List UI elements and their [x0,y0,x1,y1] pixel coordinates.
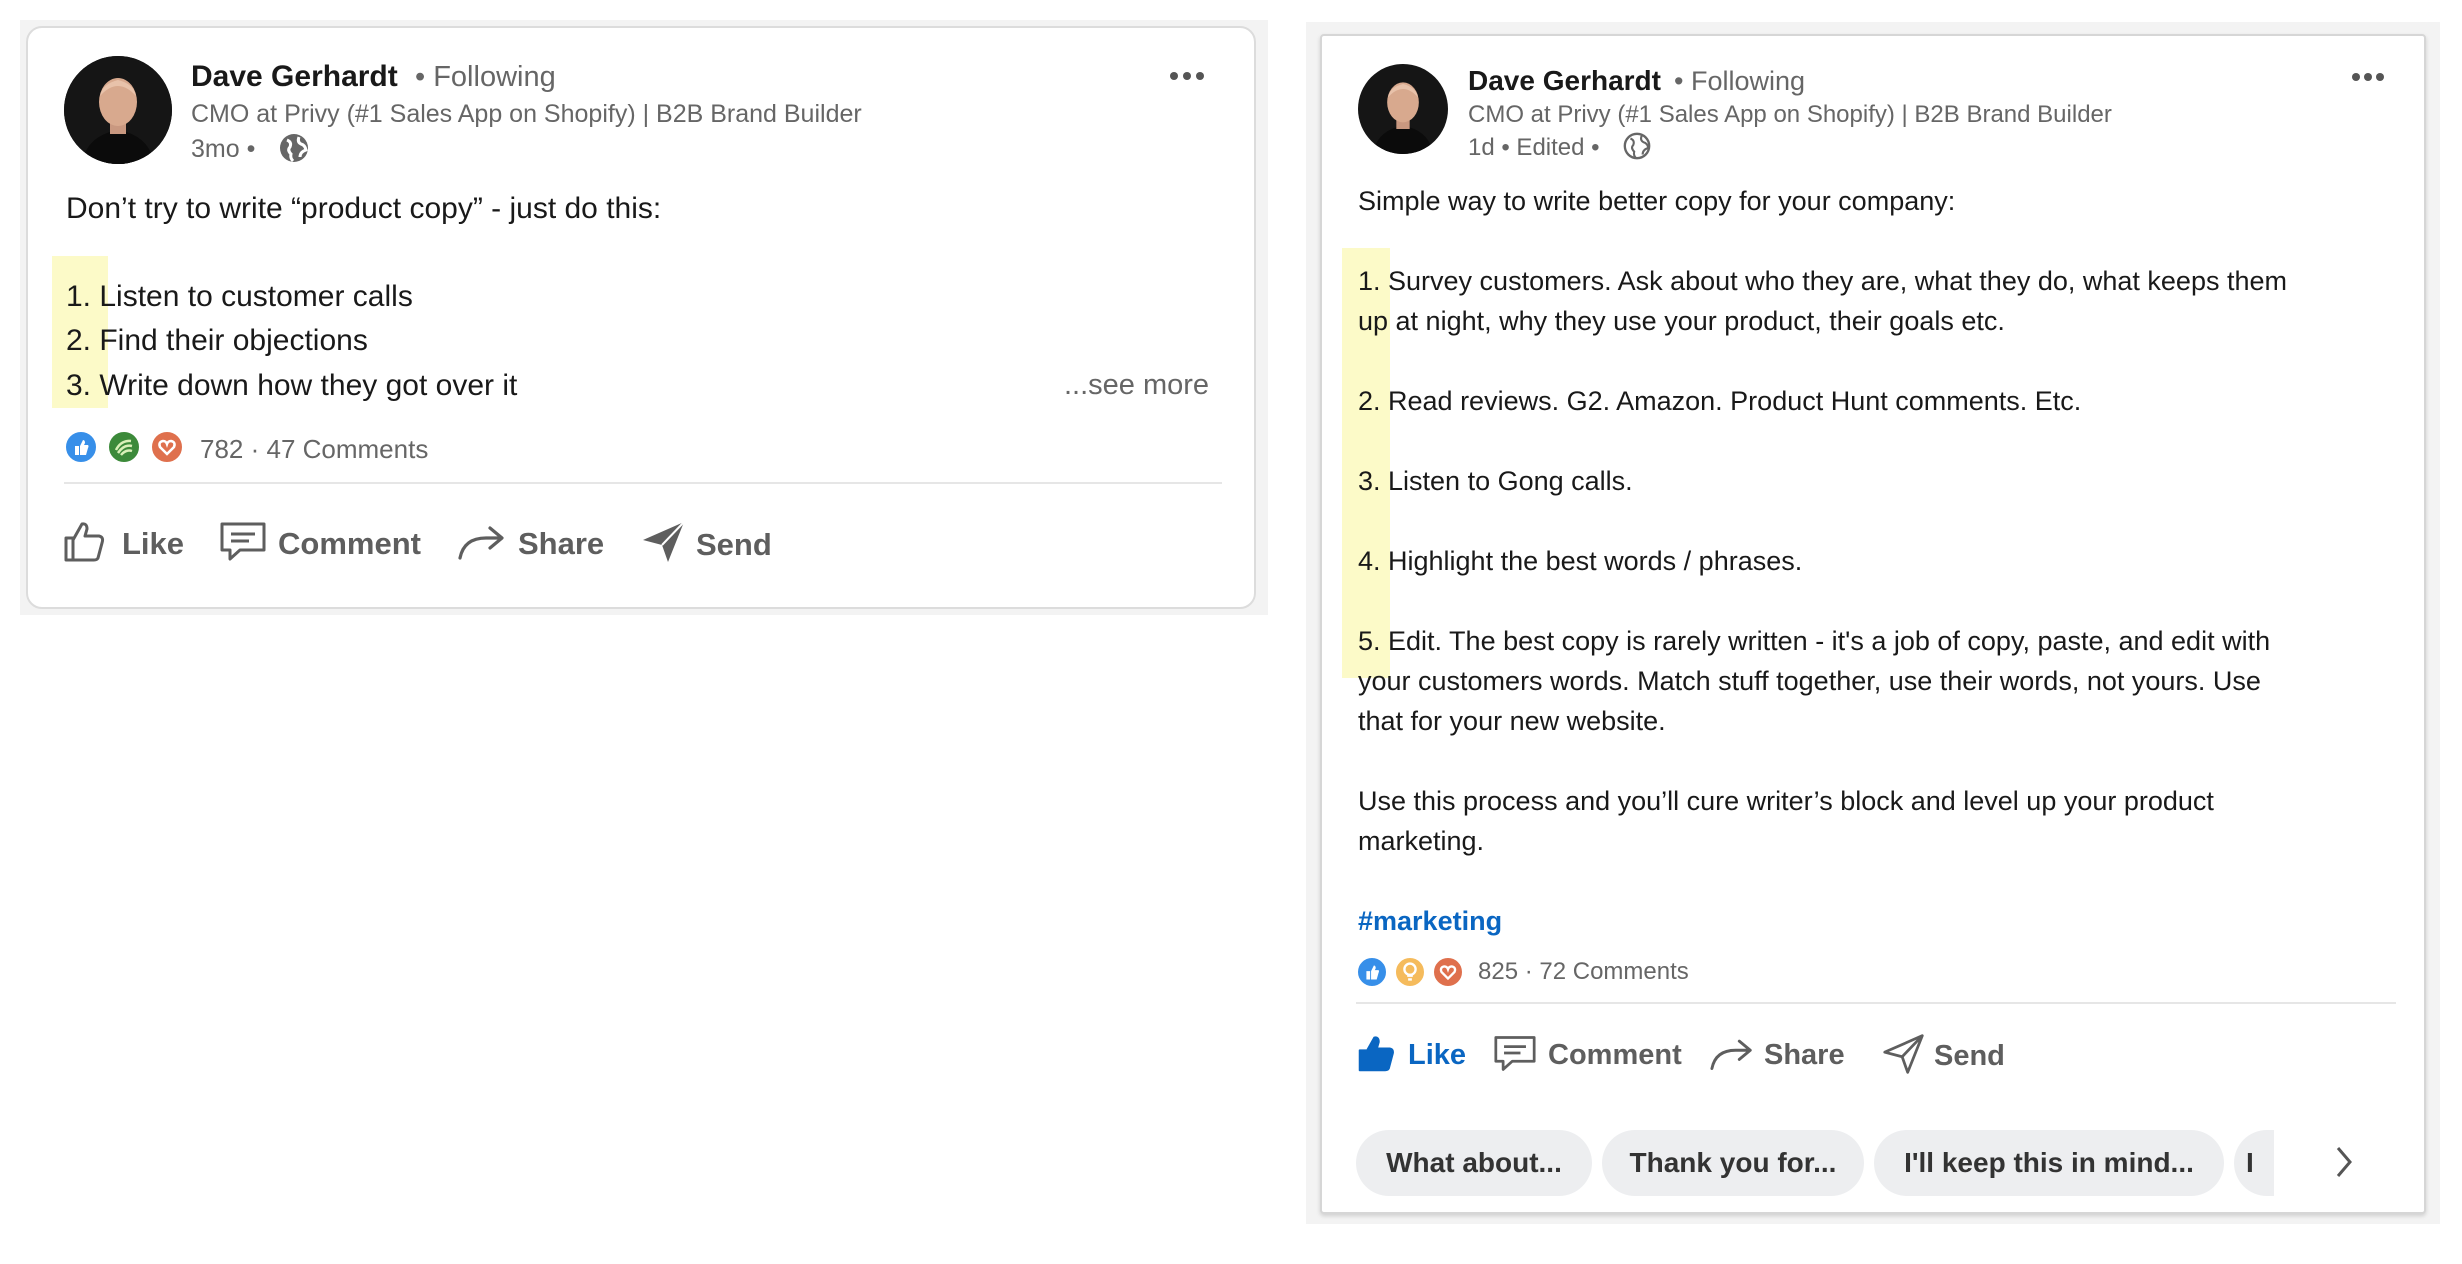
like-icon [1356,1032,1398,1079]
author-headline: CMO at Privy (#1 Sales App on Shopify) |… [1468,101,2112,128]
share-button[interactable]: Share [1708,1032,1845,1079]
comment-button[interactable]: Comment [1492,1032,1682,1079]
like-reaction-icon [1356,956,1388,988]
comment-icon [1492,1032,1538,1079]
suggestion-chip[interactable]: What about... [1356,1130,1592,1196]
author-avatar[interactable] [64,56,172,164]
list-item: 2. Find their objections [66,324,368,357]
like-icon [62,518,108,569]
share-label: Share [1764,1039,1845,1071]
list-item: 3. Write down how they got over it [66,369,518,402]
divider [64,482,1222,484]
hashtag-link[interactable]: #marketing [1358,906,1502,937]
send-label: Send [1934,1040,2005,1072]
post-text-line: up at night, why they use your product, … [1358,306,2005,336]
author-avatar[interactable] [1358,64,1448,154]
send-button[interactable]: Send [1882,1032,2005,1081]
post-intro: Don’t try to write “product copy” - just… [66,192,662,225]
more-options-icon[interactable] [2352,73,2384,81]
post-text-line: 4. Highlight the best words / phrases. [1358,546,1803,576]
post-text-line: 3. Listen to Gong calls. [1358,466,1633,496]
comment-icon [218,518,268,569]
divider [1356,1002,2396,1004]
share-icon [456,518,508,569]
share-icon [1708,1032,1756,1079]
more-options-icon[interactable] [1170,72,1204,80]
send-button[interactable]: Send [640,518,772,571]
like-button[interactable]: Like [1356,1032,1466,1079]
post-text-line: Simple way to write better copy for your… [1358,186,1956,216]
post-text-line: Use this process and you’ll cure writer’… [1358,786,2214,816]
comment-label: Comment [1548,1039,1682,1071]
share-button[interactable]: Share [456,518,604,569]
author-name[interactable]: Dave Gerhardt [191,60,398,94]
share-label: Share [518,525,605,561]
send-icon [1882,1032,1926,1081]
suggestion-chip[interactable]: I [2234,1130,2274,1196]
list-item: 1. Listen to customer calls [66,280,413,313]
right-post-card: Dave Gerhardt • Following CMO at Privy (… [1320,34,2426,1214]
globe-icon [1622,131,1652,166]
suggestion-chip[interactable]: Thank you for... [1602,1130,1864,1196]
post-meta: 1d • Edited • [1468,134,1600,161]
see-more-link[interactable]: ...see more [1064,369,1209,402]
follow-status[interactable]: • Following [415,61,556,94]
chevron-right-icon[interactable] [2332,1144,2356,1185]
globe-icon [278,132,310,169]
insightful-reaction-icon [1394,956,1426,988]
reactions-count[interactable]: 782 · 47 Comments [200,434,428,465]
post-text-line: 5. Edit. The best copy is rarely written… [1358,626,2271,656]
author-headline: CMO at Privy (#1 Sales App on Shopify) |… [191,100,862,128]
post-text-line: your customers words. Match stuff togeth… [1358,666,2261,696]
comment-label: Comment [278,525,421,561]
post-text-line: marketing. [1358,826,1485,856]
send-label: Send [696,526,772,562]
post-text-line: that for your new website. [1358,706,1666,736]
like-button[interactable]: Like [62,518,184,569]
like-reaction-icon [64,430,98,464]
author-name[interactable]: Dave Gerhardt [1468,65,1661,97]
send-icon [640,518,688,571]
post-text-line: 2. Read reviews. G2. Amazon. Product Hun… [1358,386,2082,416]
left-post-card: Dave Gerhardt • Following CMO at Privy (… [26,26,1256,609]
support-reaction-icon [107,430,141,464]
post-meta: 3mo • [191,135,256,163]
love-reaction-icon [150,430,184,464]
suggestion-chip[interactable]: I'll keep this in mind... [1874,1130,2224,1196]
comment-button[interactable]: Comment [218,518,421,569]
love-reaction-icon [1432,956,1464,988]
post-text-line: 1. Survey customers. Ask about who they … [1358,266,2287,296]
like-label: Like [122,525,185,561]
reactions-count[interactable]: 825 · 72 Comments [1478,958,1689,986]
like-label: Like [1408,1039,1467,1071]
follow-status[interactable]: • Following [1674,66,1805,97]
